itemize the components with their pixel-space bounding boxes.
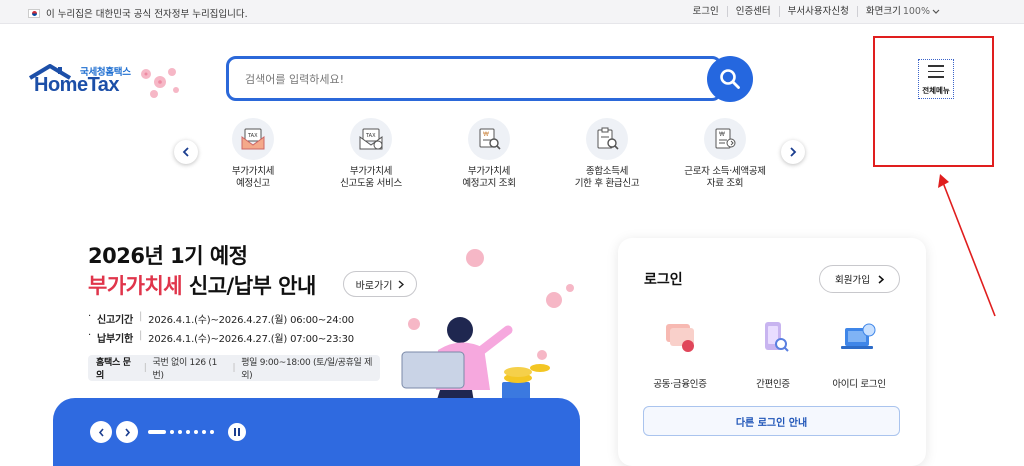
- quick-item[interactable]: TAX 부가가치세 신고도움 서비스: [316, 118, 426, 190]
- annotation-highlight-box: [873, 36, 994, 167]
- carousel-controls: [90, 421, 246, 443]
- svg-text:TAX: TAX: [365, 133, 376, 139]
- period-row: · 신고기간 | 2026.4.1.(수)~2026.4.27.(월) 06:00~2…: [88, 311, 354, 326]
- zoom-control[interactable]: 화면크기 100%: [856, 6, 948, 17]
- login-method-label: 간편인증: [756, 379, 790, 390]
- carousel-dot[interactable]: [178, 430, 182, 434]
- period-label: 신고기간: [96, 315, 133, 326]
- quick-item-line1: 부가가치세: [349, 166, 393, 177]
- quick-menu: TAX 부가가치세 예정신고 TAX 부가가치세 신고도움 서비스 ₩ 부가가치세 예…: [0, 118, 860, 198]
- inquiry-box: 홈택스 문의 | 국번 없이 126 (1번) | 평일 9:00~18:00 (토…: [88, 355, 380, 381]
- document-won-icon: ₩: [704, 118, 746, 160]
- chevron-right-icon: [878, 274, 884, 284]
- cherry-blossom-icon: [141, 68, 179, 98]
- period-row: · 납부기한 | 2026.4.1.(수)~2026.4.27.(월) 07:00~2…: [88, 330, 354, 345]
- chevron-right-icon: [124, 427, 130, 437]
- top-link-auth-center[interactable]: 인증센터: [726, 6, 779, 17]
- quick-item-line1: 근로자 소득·세액공제: [684, 166, 766, 177]
- quick-item[interactable]: 종합소득세 기한 후 환급신고: [552, 118, 662, 190]
- login-method-label: 공동·금융인증: [653, 379, 707, 390]
- banner-title-highlight: 부가가치세: [88, 274, 183, 298]
- inquiry-phone: 국번 없이 126 (1번): [152, 358, 218, 381]
- search-box: [226, 56, 722, 101]
- top-link-dept-user[interactable]: 부서사용자신청: [778, 6, 857, 17]
- chevron-down-icon: [932, 9, 940, 14]
- top-link-login[interactable]: 로그인: [684, 6, 726, 17]
- carousel-dot[interactable]: [194, 430, 198, 434]
- korea-flag-icon: [28, 8, 40, 18]
- quick-item-line2: 신고도움 서비스: [340, 178, 402, 189]
- chevron-right-icon: [790, 147, 797, 157]
- quick-item[interactable]: ₩ 부가가치세 예정고지 조회: [434, 118, 544, 190]
- carousel-dot[interactable]: [186, 430, 190, 434]
- quick-item-line1: 부가가치세: [231, 166, 275, 177]
- svg-text:₩: ₩: [483, 131, 489, 138]
- quick-item-line2: 예정신고: [236, 178, 270, 189]
- zoom-value: 100%: [902, 6, 930, 17]
- login-method-certificate[interactable]: 공동·금융인증: [635, 320, 725, 390]
- login-title: 로그인: [644, 272, 683, 288]
- svg-text:TAX: TAX: [247, 133, 258, 139]
- quick-item[interactable]: ₩ 근로자 소득·세액공제 자료 조회: [670, 118, 780, 190]
- search-icon: [720, 69, 740, 89]
- carousel-pause-button[interactable]: [228, 423, 246, 441]
- notice-search-icon: ₩: [468, 118, 510, 160]
- quick-item-line1: 부가가치세: [467, 166, 511, 177]
- login-method-id[interactable]: 아이디 로그인: [814, 320, 904, 390]
- quick-next-button[interactable]: [781, 140, 805, 164]
- inquiry-hours: 평일 9:00~18:00 (토/일/공휴일 제외): [241, 358, 373, 381]
- banner-title-rest: 신고/납부 안내: [182, 274, 316, 298]
- login-method-label: 아이디 로그인: [832, 379, 886, 390]
- carousel-dot[interactable]: [170, 430, 174, 434]
- chevron-left-icon: [98, 427, 104, 437]
- quick-item-line2: 예정고지 조회: [462, 178, 516, 189]
- quick-item-line1: 종합소득세: [585, 166, 629, 177]
- certificate-icon: [666, 324, 694, 352]
- signup-button[interactable]: 회원가입: [819, 265, 900, 293]
- quick-item-line2: 자료 조회: [706, 178, 744, 189]
- carousel-dots: [148, 430, 214, 434]
- clipboard-search-icon: [586, 118, 628, 160]
- id-login-icon: [841, 323, 876, 349]
- logo-title: HomeTax: [34, 74, 120, 96]
- carousel-dot-active[interactable]: [148, 430, 166, 434]
- carousel-prev-button[interactable]: [90, 421, 112, 443]
- svg-text:₩: ₩: [719, 131, 725, 138]
- zoom-label: 화면크기: [865, 6, 901, 17]
- banner-title-line2: 부가가치세 신고/납부 안내: [88, 270, 316, 300]
- top-links: 로그인 인증센터 부서사용자신청 화면크기 100%: [684, 6, 948, 17]
- quick-item-line2: 기한 후 환급신고: [574, 178, 640, 189]
- period-value: 2026.4.1.(수)~2026.4.27.(월) 06:00~24:00: [148, 315, 354, 326]
- other-login-button[interactable]: 다른 로그인 안내: [643, 406, 900, 436]
- login-method-simple-auth[interactable]: 간편인증: [728, 320, 818, 390]
- period-label: 납부기한: [96, 334, 133, 345]
- pause-icon: [234, 428, 240, 436]
- search-button[interactable]: [707, 56, 753, 102]
- carousel-next-button[interactable]: [116, 421, 138, 443]
- tax-help-icon: TAX: [350, 118, 392, 160]
- period-value: 2026.4.1.(수)~2026.4.27.(월) 07:00~23:30: [148, 334, 354, 345]
- carousel-dot[interactable]: [202, 430, 206, 434]
- inquiry-label: 홈택스 문의: [96, 358, 131, 381]
- phone-auth-icon: [765, 322, 789, 352]
- signup-label: 회원가입: [835, 275, 870, 286]
- gov-notice-text: 이 누리집은 대한민국 공식 전자정부 누리집입니다.: [46, 9, 248, 20]
- quick-prev-button[interactable]: [174, 140, 198, 164]
- annotation-arrow-icon: [938, 174, 996, 317]
- chevron-left-icon: [182, 147, 189, 157]
- search-input[interactable]: [245, 69, 685, 89]
- quick-item[interactable]: TAX 부가가치세 예정신고: [198, 118, 308, 190]
- banner-title-line1: 2026년 1기 예정: [88, 244, 248, 268]
- login-card: 로그인 회원가입 공동·금융인증 간편인증 아이디 로그인 다른 로그인 안내: [618, 238, 926, 466]
- top-utility-bar: 이 누리집은 대한민국 공식 전자정부 누리집입니다. 로그인 인증센터 부서사…: [0, 0, 1024, 24]
- tax-envelope-icon: TAX: [232, 118, 274, 160]
- gov-notice: 이 누리집은 대한민국 공식 전자정부 누리집입니다.: [28, 6, 248, 20]
- carousel-dot[interactable]: [210, 430, 214, 434]
